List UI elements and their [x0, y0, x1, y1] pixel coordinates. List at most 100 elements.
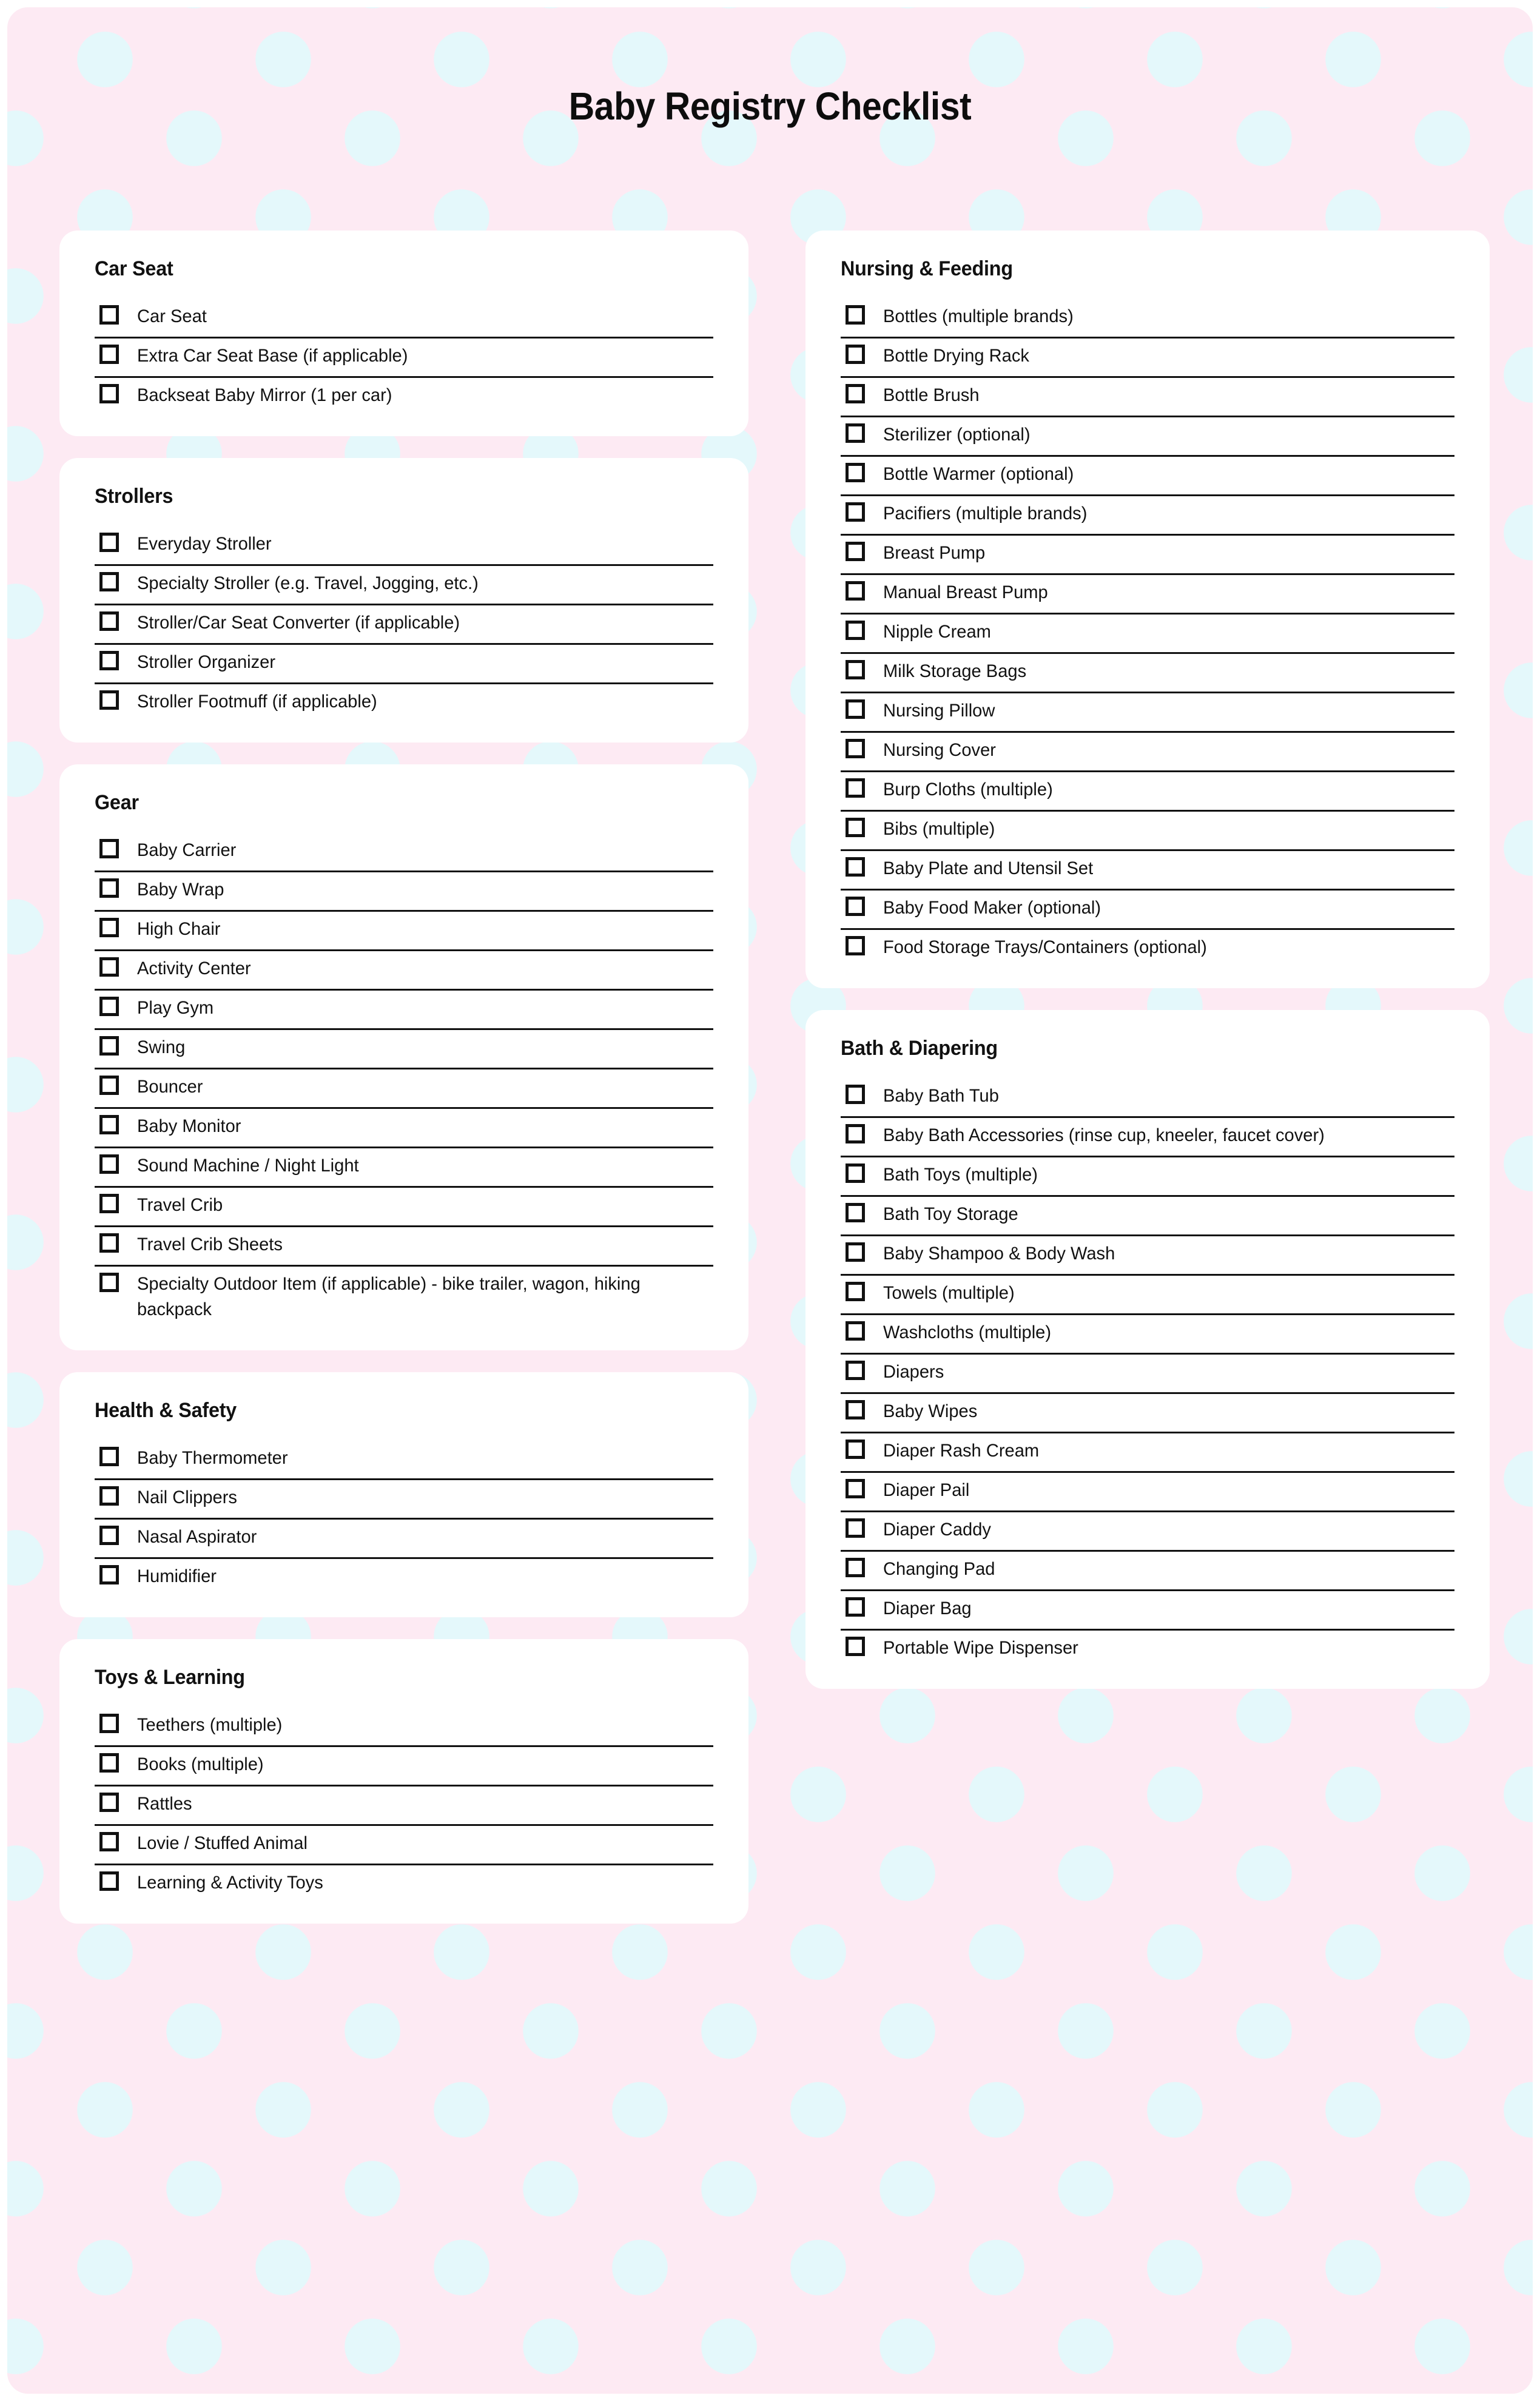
- checklist-row[interactable]: Diaper Pail: [841, 1473, 1454, 1512]
- checklist-row[interactable]: Baby Wrap: [95, 872, 713, 912]
- checklist-row[interactable]: Diapers: [841, 1355, 1454, 1394]
- checklist-row[interactable]: Sterilizer (optional): [841, 417, 1454, 457]
- checkbox-icon[interactable]: [846, 1597, 865, 1617]
- checklist-row[interactable]: Baby Bath Tub: [841, 1079, 1454, 1118]
- checklist-row[interactable]: Nail Clippers: [95, 1480, 713, 1520]
- checkbox-icon[interactable]: [99, 1526, 119, 1545]
- checkbox-icon[interactable]: [99, 1753, 119, 1773]
- checklist-row[interactable]: Backseat Baby Mirror (1 per car): [95, 378, 713, 416]
- checkbox-icon[interactable]: [846, 739, 865, 758]
- checklist-row[interactable]: Bibs (multiple): [841, 812, 1454, 851]
- checklist-row[interactable]: Nasal Aspirator: [95, 1520, 713, 1559]
- checklist-row[interactable]: Baby Bath Accessories (rinse cup, kneele…: [841, 1118, 1454, 1157]
- checklist-row[interactable]: Stroller Organizer: [95, 645, 713, 684]
- checkbox-icon[interactable]: [99, 1447, 119, 1466]
- checklist-row[interactable]: Specialty Stroller (e.g. Travel, Jogging…: [95, 566, 713, 605]
- checkbox-icon[interactable]: [846, 778, 865, 798]
- checklist-row[interactable]: Food Storage Trays/Containers (optional): [841, 930, 1454, 968]
- checklist-row[interactable]: Diaper Rash Cream: [841, 1433, 1454, 1473]
- checkbox-icon[interactable]: [846, 1518, 865, 1538]
- checkbox-icon[interactable]: [99, 1832, 119, 1851]
- checklist-row[interactable]: Baby Thermometer: [95, 1441, 713, 1480]
- checkbox-icon[interactable]: [99, 345, 119, 364]
- checkbox-icon[interactable]: [99, 1714, 119, 1733]
- checklist-row[interactable]: Baby Shampoo & Body Wash: [841, 1236, 1454, 1276]
- checklist-row[interactable]: Bottles (multiple brands): [841, 299, 1454, 338]
- checklist-row[interactable]: Nipple Cream: [841, 615, 1454, 654]
- checklist-row[interactable]: Rattles: [95, 1786, 713, 1826]
- checklist-row[interactable]: Bottle Drying Rack: [841, 338, 1454, 378]
- checkbox-icon[interactable]: [99, 839, 119, 858]
- checklist-row[interactable]: Baby Food Maker (optional): [841, 891, 1454, 930]
- checklist-row[interactable]: Extra Car Seat Base (if applicable): [95, 338, 713, 378]
- checkbox-icon[interactable]: [99, 1871, 119, 1891]
- checklist-row[interactable]: Travel Crib Sheets: [95, 1227, 713, 1267]
- checkbox-icon[interactable]: [846, 936, 865, 955]
- checkbox-icon[interactable]: [846, 502, 865, 522]
- checkbox-icon[interactable]: [846, 384, 865, 403]
- checkbox-icon[interactable]: [846, 345, 865, 364]
- checklist-row[interactable]: Baby Carrier: [95, 833, 713, 872]
- checklist-row[interactable]: Baby Plate and Utensil Set: [841, 851, 1454, 891]
- checklist-row[interactable]: Bath Toys (multiple): [841, 1157, 1454, 1197]
- checklist-row[interactable]: Learning & Activity Toys: [95, 1865, 713, 1903]
- checklist-row[interactable]: Stroller Footmuff (if applicable): [95, 684, 713, 722]
- checkbox-icon[interactable]: [846, 1440, 865, 1459]
- checkbox-icon[interactable]: [846, 621, 865, 640]
- checklist-row[interactable]: Play Gym: [95, 991, 713, 1030]
- checkbox-icon[interactable]: [846, 660, 865, 679]
- checklist-row[interactable]: Humidifier: [95, 1559, 713, 1597]
- checkbox-icon[interactable]: [99, 1793, 119, 1812]
- checklist-row[interactable]: Changing Pad: [841, 1552, 1454, 1591]
- checkbox-icon[interactable]: [99, 1273, 119, 1292]
- checkbox-icon[interactable]: [99, 611, 119, 631]
- checklist-row[interactable]: Burp Cloths (multiple): [841, 772, 1454, 812]
- checklist-row[interactable]: Bath Toy Storage: [841, 1197, 1454, 1236]
- checkbox-icon[interactable]: [846, 423, 865, 443]
- checklist-row[interactable]: Diaper Caddy: [841, 1512, 1454, 1552]
- checklist-row[interactable]: Car Seat: [95, 299, 713, 338]
- checkbox-icon[interactable]: [99, 572, 119, 591]
- checklist-row[interactable]: Travel Crib: [95, 1188, 713, 1227]
- checklist-row[interactable]: Towels (multiple): [841, 1276, 1454, 1315]
- checklist-row[interactable]: Activity Center: [95, 951, 713, 991]
- checkbox-icon[interactable]: [99, 1565, 119, 1584]
- checklist-row[interactable]: Everyday Stroller: [95, 527, 713, 566]
- checkbox-icon[interactable]: [846, 1558, 865, 1577]
- checklist-row[interactable]: Bottle Brush: [841, 378, 1454, 417]
- checkbox-icon[interactable]: [99, 1076, 119, 1095]
- checkbox-icon[interactable]: [846, 1361, 865, 1380]
- checklist-row[interactable]: Nursing Pillow: [841, 693, 1454, 733]
- checklist-row[interactable]: Stroller/Car Seat Converter (if applicab…: [95, 605, 713, 645]
- checklist-row[interactable]: Baby Monitor: [95, 1109, 713, 1148]
- checkbox-icon[interactable]: [846, 857, 865, 877]
- checklist-row[interactable]: Books (multiple): [95, 1747, 713, 1786]
- checkbox-icon[interactable]: [99, 305, 119, 325]
- checkbox-icon[interactable]: [99, 690, 119, 710]
- checkbox-icon[interactable]: [846, 463, 865, 482]
- checklist-row[interactable]: Swing: [95, 1030, 713, 1069]
- checklist-row[interactable]: Teethers (multiple): [95, 1708, 713, 1747]
- checkbox-icon[interactable]: [99, 384, 119, 403]
- checkbox-icon[interactable]: [99, 533, 119, 552]
- checkbox-icon[interactable]: [846, 1242, 865, 1262]
- checkbox-icon[interactable]: [846, 699, 865, 719]
- checkbox-icon[interactable]: [846, 581, 865, 601]
- checkbox-icon[interactable]: [99, 918, 119, 937]
- checkbox-icon[interactable]: [846, 1124, 865, 1143]
- checkbox-icon[interactable]: [846, 1479, 865, 1498]
- checklist-row[interactable]: Nursing Cover: [841, 733, 1454, 772]
- checkbox-icon[interactable]: [99, 1194, 119, 1213]
- checkbox-icon[interactable]: [846, 1400, 865, 1419]
- checkbox-icon[interactable]: [846, 542, 865, 561]
- checklist-row[interactable]: Bouncer: [95, 1069, 713, 1109]
- checklist-row[interactable]: Bottle Warmer (optional): [841, 457, 1454, 496]
- checkbox-icon[interactable]: [99, 1233, 119, 1253]
- checkbox-icon[interactable]: [846, 1321, 865, 1341]
- checklist-row[interactable]: Lovie / Stuffed Animal: [95, 1826, 713, 1865]
- checkbox-icon[interactable]: [99, 997, 119, 1016]
- checkbox-icon[interactable]: [846, 1282, 865, 1301]
- checklist-row[interactable]: Specialty Outdoor Item (if applicable) -…: [95, 1267, 713, 1330]
- checkbox-icon[interactable]: [846, 897, 865, 916]
- checklist-row[interactable]: Pacifiers (multiple brands): [841, 496, 1454, 536]
